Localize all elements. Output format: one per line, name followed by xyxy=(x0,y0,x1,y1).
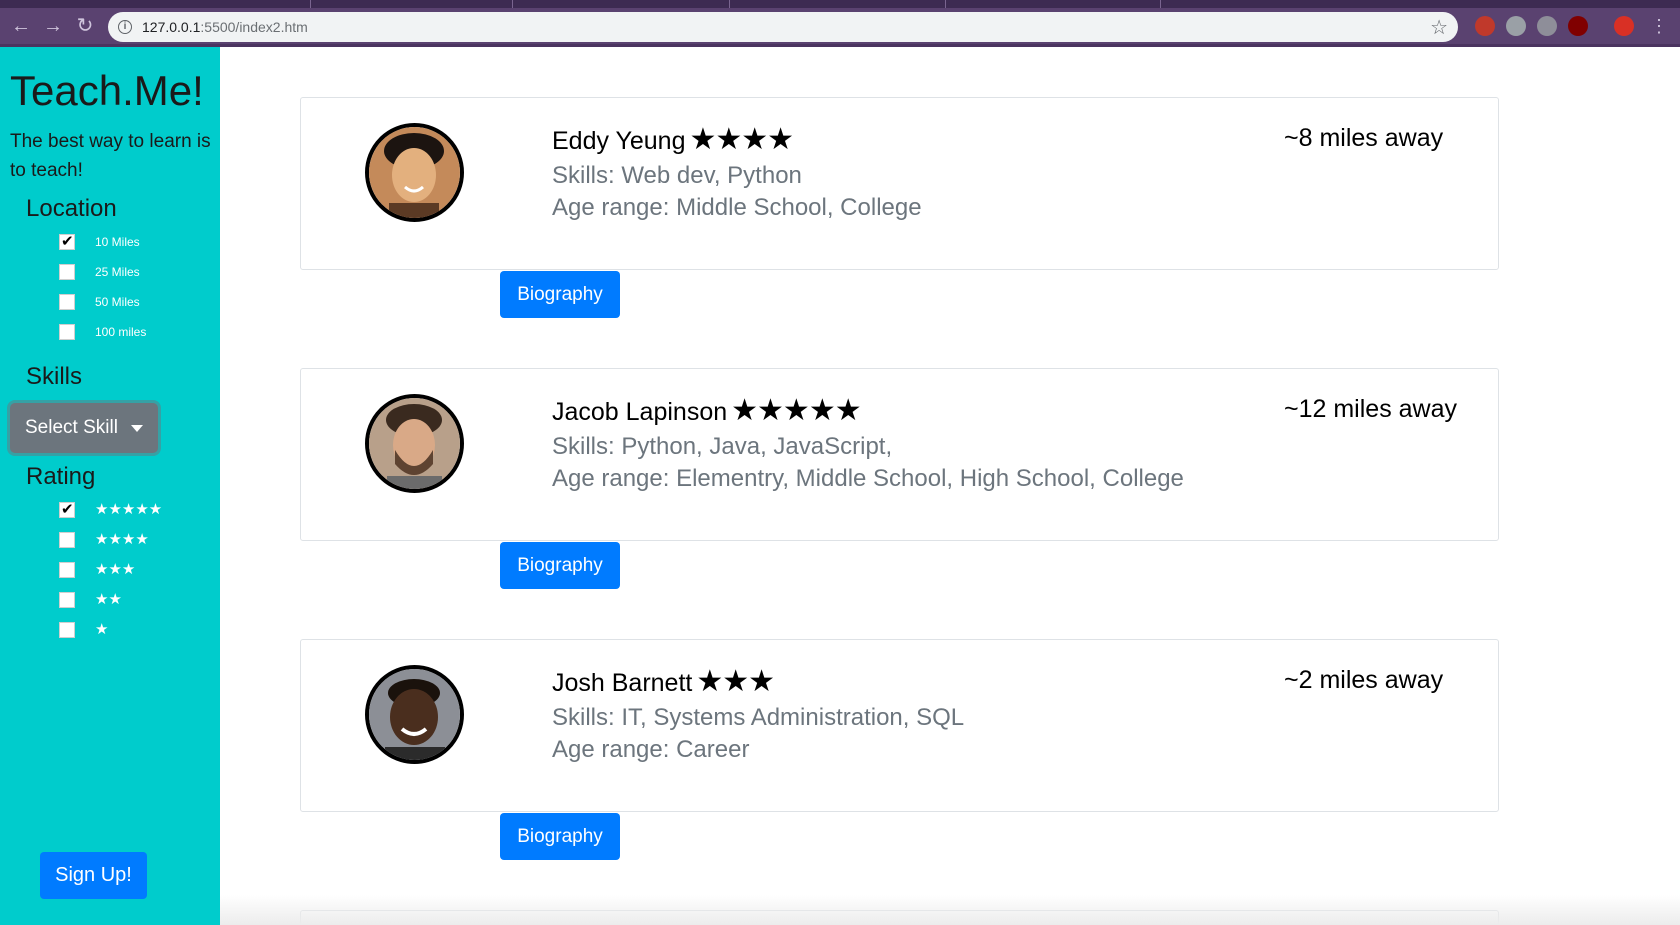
menu-dots-icon[interactable]: ⋮ xyxy=(1646,13,1672,39)
avatar xyxy=(365,123,464,222)
rating-stars-icon: ★★ xyxy=(95,591,122,608)
tutor-stars-icon: ★★★★★ xyxy=(731,394,861,427)
address-bar[interactable]: i 127.0.0.1:5500/index2.htm ☆ xyxy=(108,12,1458,42)
location-checkbox[interactable] xyxy=(59,232,75,250)
tutor-name-text: Eddy Yeung xyxy=(552,127,686,155)
forward-arrow-icon[interactable]: → xyxy=(40,13,66,39)
tutor-name-text: Josh Barnett xyxy=(552,669,693,697)
url-path: :5500/index2.htm xyxy=(200,19,308,35)
tutor-skills: Skills: Web dev, Python xyxy=(552,162,802,189)
tutor-name: Jacob Lapinson ★★★★★ xyxy=(552,393,862,428)
rating-checkbox[interactable] xyxy=(59,532,75,548)
profile-avatar-icon[interactable] xyxy=(1614,16,1634,36)
extension-globe-icon[interactable] xyxy=(1506,16,1526,36)
rating-checkbox[interactable] xyxy=(59,500,75,518)
caret-down-icon xyxy=(131,425,143,432)
location-option-label: 100 miles xyxy=(95,325,147,339)
tutor-skills: Skills: IT, Systems Administration, SQL xyxy=(552,704,965,731)
biography-button[interactable]: Biography xyxy=(500,813,620,860)
biography-button[interactable]: Biography xyxy=(500,271,620,318)
tab-separator xyxy=(310,0,311,8)
tab-separator xyxy=(729,0,730,8)
tagline: The best way to learn is to teach! xyxy=(10,131,211,181)
rating-title: Rating xyxy=(26,463,96,490)
location-checkbox[interactable] xyxy=(59,324,75,340)
tutor-age-range: Age range: Middle School, College xyxy=(552,194,922,221)
tutor-age-range: Age range: Elementry, Middle School, Hig… xyxy=(552,465,1184,492)
location-checkbox[interactable] xyxy=(59,264,75,280)
rating-stars-icon: ★ xyxy=(95,621,109,638)
sign-up-button[interactable]: Sign Up! xyxy=(40,852,147,899)
tutor-age-range: Age range: Career xyxy=(552,736,750,763)
bookmark-star-icon[interactable]: ☆ xyxy=(1430,15,1448,40)
location-option-label: 10 Miles xyxy=(95,235,140,249)
extension-ublock-icon[interactable] xyxy=(1568,16,1588,36)
biography-button[interactable]: Biography xyxy=(500,542,620,589)
info-icon[interactable]: i xyxy=(118,20,132,34)
tutor-card: Eddy Yeung ★★★★ Skills: Web dev, Python A… xyxy=(300,97,1499,270)
brand-title: Teach.Me! xyxy=(10,67,204,114)
sidebar: Teach.Me! The best way to learn is to te… xyxy=(0,47,220,925)
tab-separator xyxy=(945,0,946,8)
location-title: Location xyxy=(26,195,117,222)
tutor-distance: ~2 miles away xyxy=(1284,666,1444,694)
tutor-card: Josh Barnett ★★★ Skills: IT, Systems Admi… xyxy=(300,639,1499,812)
url-text[interactable]: 127.0.0.1:5500/index2.htm xyxy=(142,19,308,35)
extension-flag-icon[interactable] xyxy=(1475,16,1495,36)
tab-separator xyxy=(512,0,513,8)
back-arrow-icon[interactable]: ← xyxy=(8,13,34,39)
tutor-distance: ~12 miles away xyxy=(1284,395,1457,423)
tutor-name: Josh Barnett ★★★ xyxy=(552,664,775,699)
tutor-name: Eddy Yeung ★★★★ xyxy=(552,122,794,157)
url-host: 127.0.0.1 xyxy=(142,19,201,35)
avatar-image xyxy=(369,127,460,218)
reload-icon[interactable]: ↻ xyxy=(72,13,98,39)
rating-stars-icon: ★★★★ xyxy=(95,531,149,548)
tutor-name-text: Jacob Lapinson xyxy=(552,398,728,426)
select-skill-label: Select Skill xyxy=(25,417,118,438)
scroll-fade xyxy=(220,895,1680,925)
tutor-distance: ~8 miles away xyxy=(1284,124,1444,152)
rating-stars-icon: ★★★★★ xyxy=(95,501,163,518)
location-checkbox[interactable] xyxy=(59,294,75,310)
tab-strip xyxy=(0,0,1680,8)
location-option-label: 50 Miles xyxy=(95,295,140,309)
rating-checkbox[interactable] xyxy=(59,562,75,578)
tutor-stars-icon: ★★★★ xyxy=(689,123,794,156)
tutor-skills: Skills: Python, Java, JavaScript, xyxy=(552,433,893,460)
avatar xyxy=(365,665,464,764)
tutor-card: Jacob Lapinson ★★★★★ Skills: Python, Java… xyxy=(300,368,1499,541)
skills-title: Skills xyxy=(26,363,83,390)
browser-chrome: ← → ↻ i 127.0.0.1:5500/index2.htm ☆ ⋮ xyxy=(0,0,1680,47)
avatar-image xyxy=(369,398,460,489)
rating-checkbox[interactable] xyxy=(59,592,75,608)
tutor-stars-icon: ★★★ xyxy=(696,665,775,698)
rating-checkbox[interactable] xyxy=(59,622,75,638)
page-border xyxy=(0,44,1680,47)
rating-stars-icon: ★★★ xyxy=(95,561,136,578)
location-option-label: 25 Miles xyxy=(95,265,140,279)
avatar xyxy=(365,394,464,493)
select-skill-dropdown[interactable]: Select Skill xyxy=(10,403,158,453)
extension-shield-icon[interactable] xyxy=(1537,16,1557,36)
avatar-image xyxy=(369,669,460,760)
tab-separator xyxy=(1160,0,1161,8)
